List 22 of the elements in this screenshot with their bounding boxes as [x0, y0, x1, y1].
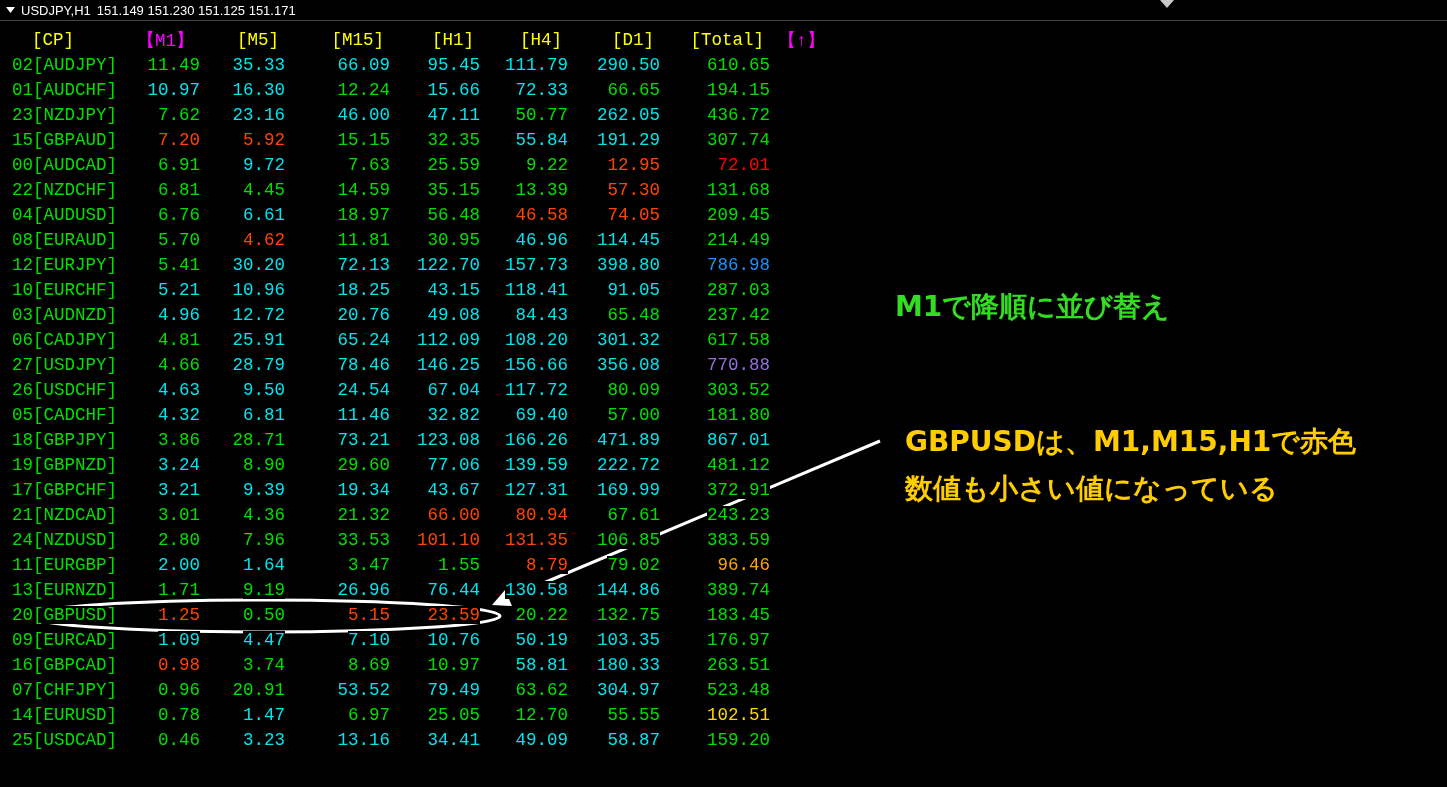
- annotation-text: M1で降順に並び替え: [895, 289, 1171, 325]
- column-header: [H4]: [519, 29, 563, 50]
- column-header: [CP]: [31, 29, 75, 50]
- value-cell: 9.19: [243, 580, 285, 599]
- column-header: [H1]: [431, 29, 475, 50]
- annotation-text: GBPUSDは、M1,M15,H1で赤色: [905, 424, 1357, 460]
- column-header: [M5]: [236, 29, 280, 50]
- chart-prices: 151.149 151.230 151.125 151.171: [96, 2, 296, 18]
- value-cell: 8.79: [526, 555, 568, 574]
- chart-symbol: USDJPY,H1: [21, 2, 91, 18]
- column-header: [M15]: [330, 29, 385, 50]
- column-header: 【↑】: [777, 29, 826, 52]
- column-header: [D1]: [611, 29, 655, 50]
- collapse-triangle-icon[interactable]: [6, 7, 15, 13]
- value-cell: 130.58: [505, 580, 568, 599]
- value-cell: 372.91: [707, 480, 770, 499]
- chart-shift-marker-icon[interactable]: [1160, 0, 1174, 8]
- column-header: 【M1】: [136, 29, 195, 52]
- annotation-text: 数値も小さい値になっている: [905, 471, 1279, 507]
- column-header: [Total]: [689, 29, 765, 50]
- value-cell: 23.59: [427, 605, 480, 624]
- value-cell: 106.85: [597, 530, 660, 549]
